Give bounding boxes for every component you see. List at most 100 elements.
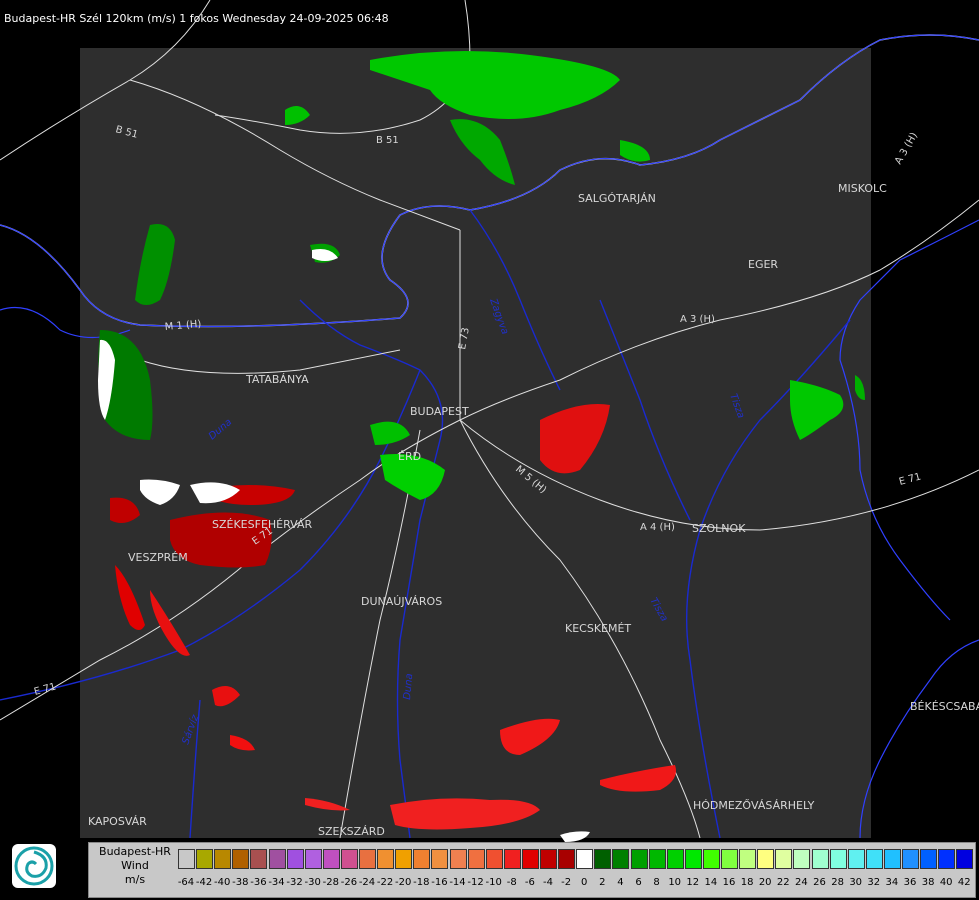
river-label: Duna <box>402 673 415 700</box>
legend-swatch <box>775 849 793 869</box>
legend-swatch <box>793 849 811 869</box>
legend-tick-label: 14 <box>704 877 718 888</box>
legend-swatch <box>666 849 684 869</box>
legend-tick-label: 34 <box>885 877 899 888</box>
city-veszprem: VESZPRÉM <box>128 551 188 564</box>
legend-title: Budapest-HR Wind m/s <box>93 845 177 887</box>
legend-unit: m/s <box>124 873 146 886</box>
legend-tick-label: 4 <box>617 877 624 888</box>
city-szekszard: SZEKSZÁRD <box>318 825 385 838</box>
legend-swatch <box>702 849 720 869</box>
legend-tick-label: -30 <box>304 877 321 888</box>
legend-tick-label: -34 <box>268 877 285 888</box>
legend-tick-label: -36 <box>250 877 267 888</box>
legend-tick-label: -40 <box>214 877 231 888</box>
legend-swatch <box>630 849 648 869</box>
legend-swatch <box>956 849 974 869</box>
met-service-logo <box>12 844 56 888</box>
legend-swatch <box>558 849 576 869</box>
legend-tick-label: -64 <box>177 877 195 888</box>
legend-swatch <box>268 849 286 869</box>
road-label: E 71 <box>898 472 922 488</box>
city-salgotarjan: SALGÓTARJÁN <box>578 192 656 205</box>
legend-tick-label: 20 <box>758 877 772 888</box>
legend-tick-label: 10 <box>668 877 682 888</box>
legend-tick-label: -16 <box>431 877 448 888</box>
road-label: A 3 (H) <box>680 314 715 325</box>
legend-swatch <box>232 849 250 869</box>
legend-tick-label: 12 <box>686 877 700 888</box>
legend-tick-label: 36 <box>903 877 917 888</box>
city-szolnok: SZOLNOK <box>692 522 746 535</box>
legend-radar-name: Budapest-HR <box>99 845 171 858</box>
legend-tick-label: 26 <box>813 877 826 888</box>
legend-tick-label: 2 <box>599 877 606 888</box>
legend-swatch <box>684 849 702 869</box>
legend-swatch <box>920 849 938 869</box>
legend-tick-label: 28 <box>831 877 844 888</box>
legend-swatch <box>612 849 630 869</box>
legend-swatch <box>449 849 467 869</box>
city-eger: EGER <box>748 258 778 271</box>
legend-swatch <box>196 849 214 869</box>
legend-swatch <box>413 849 431 869</box>
legend-swatch <box>938 849 956 869</box>
legend-tick-label: 32 <box>867 877 881 888</box>
legend-swatch <box>467 849 485 869</box>
legend-tick-label: 8 <box>653 877 660 888</box>
legend-tick-label: 0 <box>581 877 588 888</box>
legend-tick-label: -26 <box>340 877 358 888</box>
legend-tick-label: 24 <box>795 877 808 888</box>
legend-swatch <box>250 849 268 869</box>
legend-tick-label: -28 <box>322 877 339 888</box>
legend-swatch <box>322 849 340 869</box>
city-kecskemet: KECSKEMÉT <box>565 622 631 635</box>
legend-swatch <box>485 849 503 869</box>
legend-swatch <box>811 849 829 869</box>
legend-tick-label: 22 <box>776 877 790 888</box>
legend-tick-label: -10 <box>485 877 502 888</box>
legend-tick-label: -8 <box>506 877 517 888</box>
legend-swatch <box>576 849 594 869</box>
legend-swatch <box>340 849 358 869</box>
legend-tick-label: -22 <box>376 877 394 888</box>
legend-swatch <box>178 849 195 869</box>
legend-swatch <box>286 849 304 869</box>
legend-tick-label: -24 <box>358 877 376 888</box>
legend-variable: Wind <box>121 859 149 872</box>
legend-swatch <box>829 849 847 869</box>
legend-tick-label: -4 <box>543 877 553 888</box>
legend-tick-label: 38 <box>921 877 935 888</box>
legend-swatch <box>847 849 865 869</box>
legend-tick-label: -42 <box>195 877 213 888</box>
legend-tick-label: 42 <box>957 877 971 888</box>
legend-swatch <box>883 849 901 869</box>
legend-swatch <box>431 849 449 869</box>
legend-tick-label: -38 <box>232 877 249 888</box>
legend-swatch <box>377 849 395 869</box>
legend-swatch <box>648 849 666 869</box>
legend-swatch <box>594 849 612 869</box>
legend-swatch <box>395 849 413 869</box>
legend-tick-label: 16 <box>722 877 736 888</box>
road-label: A 4 (H) <box>640 522 675 533</box>
map-title: Budapest-HR Szél 120km (m/s) 1 fokos Wed… <box>4 12 389 25</box>
legend-swatch <box>865 849 883 869</box>
legend-tick-label: 6 <box>635 877 642 888</box>
legend-swatch <box>721 849 738 869</box>
city-hodmezovasarhely: HÓDMEZŐVÁSÁRHELY <box>693 798 815 812</box>
radar-map: SALGÓTARJÁN MISKOLC EGER TATABÁNYA BUDAP… <box>0 0 979 842</box>
legend-swatch <box>359 849 376 869</box>
legend-tick-label: 18 <box>740 877 754 888</box>
legend-tick-label: -2 <box>561 877 572 888</box>
city-tatabanya: TATABÁNYA <box>245 373 309 386</box>
road-label: A 3 (H) <box>893 131 920 167</box>
legend-tick-label: -32 <box>286 877 303 888</box>
legend-tick-label: 30 <box>849 877 863 888</box>
legend-swatch <box>304 849 322 869</box>
legend-swatch <box>540 849 557 869</box>
city-kaposvar: KAPOSVÁR <box>88 815 147 828</box>
legend-swatch <box>739 849 757 869</box>
city-dunaujvaros: DUNAÚJVÁROS <box>361 595 442 608</box>
legend-tick-label: -20 <box>395 877 412 888</box>
